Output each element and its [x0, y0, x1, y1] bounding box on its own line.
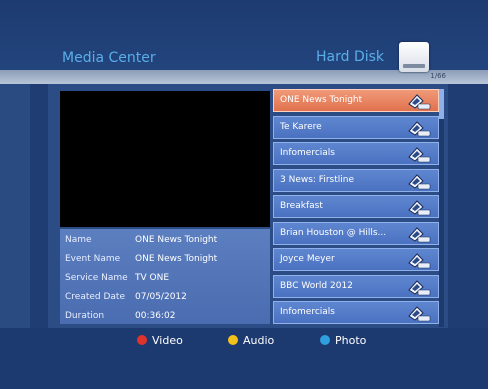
info-value: ONE News Tonight — [135, 254, 218, 264]
recording-list: ONE News Tonight Te Karere Infomercials 3 N… — [273, 89, 439, 327]
header-strip — [0, 70, 488, 84]
blue-button-icon — [320, 335, 330, 345]
info-row-event-name: Event Name ONE News Tonight — [65, 250, 217, 269]
recording-icon — [408, 227, 431, 243]
recording-title: Joyce Meyer — [280, 254, 335, 264]
device-title[interactable]: Hard Disk — [316, 49, 384, 65]
info-value: ONE News Tonight — [135, 235, 218, 245]
media-center-screen: 1/66 Media Center Hard Disk Name ONE News… — [0, 0, 488, 389]
info-key: Name — [65, 235, 92, 245]
scrollbar-thumb[interactable] — [439, 89, 444, 119]
legend-video[interactable]: Video — [137, 333, 183, 349]
recording-list-item[interactable]: BBC World 2012 — [273, 275, 439, 298]
image-border — [488, 0, 492, 389]
recording-list-item[interactable]: ONE News Tonight — [273, 89, 439, 112]
info-key: Duration — [65, 311, 105, 321]
recording-icon — [408, 147, 431, 163]
recording-title: Brian Houston @ Hills... — [280, 228, 387, 238]
left-panel-edge — [0, 84, 30, 328]
info-value: 00:36:02 — [135, 311, 176, 321]
recording-title: Breakfast — [280, 201, 323, 211]
info-value: 07/05/2012 — [135, 292, 187, 302]
recording-title: Infomercials — [280, 307, 335, 317]
recording-icon — [408, 253, 431, 269]
hard-disk-icon — [399, 42, 429, 72]
page-indicator: 1/66 — [430, 72, 446, 80]
recording-list-item[interactable]: Joyce Meyer — [273, 248, 439, 271]
recording-list-item[interactable]: 3 News: Firstline — [273, 169, 439, 192]
legend-photo[interactable]: Photo — [320, 333, 366, 349]
recording-icon — [408, 94, 431, 110]
info-key: Service Name — [65, 273, 128, 283]
scrollbar[interactable] — [439, 89, 444, 327]
yellow-button-icon — [228, 335, 238, 345]
info-value: TV ONE — [135, 273, 170, 283]
recording-list-item[interactable]: Infomercials — [273, 142, 439, 165]
legend-label: Video — [152, 334, 183, 347]
recording-title: BBC World 2012 — [280, 281, 353, 291]
recording-icon — [408, 306, 431, 322]
app-title: Media Center — [62, 50, 156, 66]
recording-title: Te Karere — [280, 122, 322, 132]
info-row-created-date: Created Date 07/05/2012 — [65, 288, 187, 307]
recording-list-item[interactable]: Breakfast — [273, 195, 439, 218]
recording-title: Infomercials — [280, 148, 335, 158]
video-preview — [60, 91, 270, 227]
recording-icon — [408, 174, 431, 190]
recording-list-item[interactable]: Brian Houston @ Hills... — [273, 222, 439, 245]
info-key: Created Date — [65, 292, 125, 302]
recording-icon — [408, 280, 431, 296]
legend-label: Audio — [243, 334, 275, 347]
red-button-icon — [137, 335, 147, 345]
info-row-service-name: Service Name TV ONE — [65, 269, 169, 288]
info-row-duration: Duration 00:36:02 — [65, 307, 175, 326]
recording-icon — [408, 121, 431, 137]
recording-icon — [408, 200, 431, 216]
legend-audio[interactable]: Audio — [228, 333, 274, 349]
legend-label: Photo — [335, 334, 367, 347]
info-row-name: Name ONE News Tonight — [65, 231, 217, 250]
recording-title: 3 News: Firstline — [280, 175, 354, 185]
info-key: Event Name — [65, 254, 121, 264]
recording-list-item[interactable]: Infomercials — [273, 301, 439, 324]
recording-info-panel: Name ONE News Tonight Event Name ONE News … — [60, 229, 270, 324]
recording-list-item[interactable]: Te Karere — [273, 116, 439, 139]
recording-title: ONE News Tonight — [280, 95, 363, 105]
